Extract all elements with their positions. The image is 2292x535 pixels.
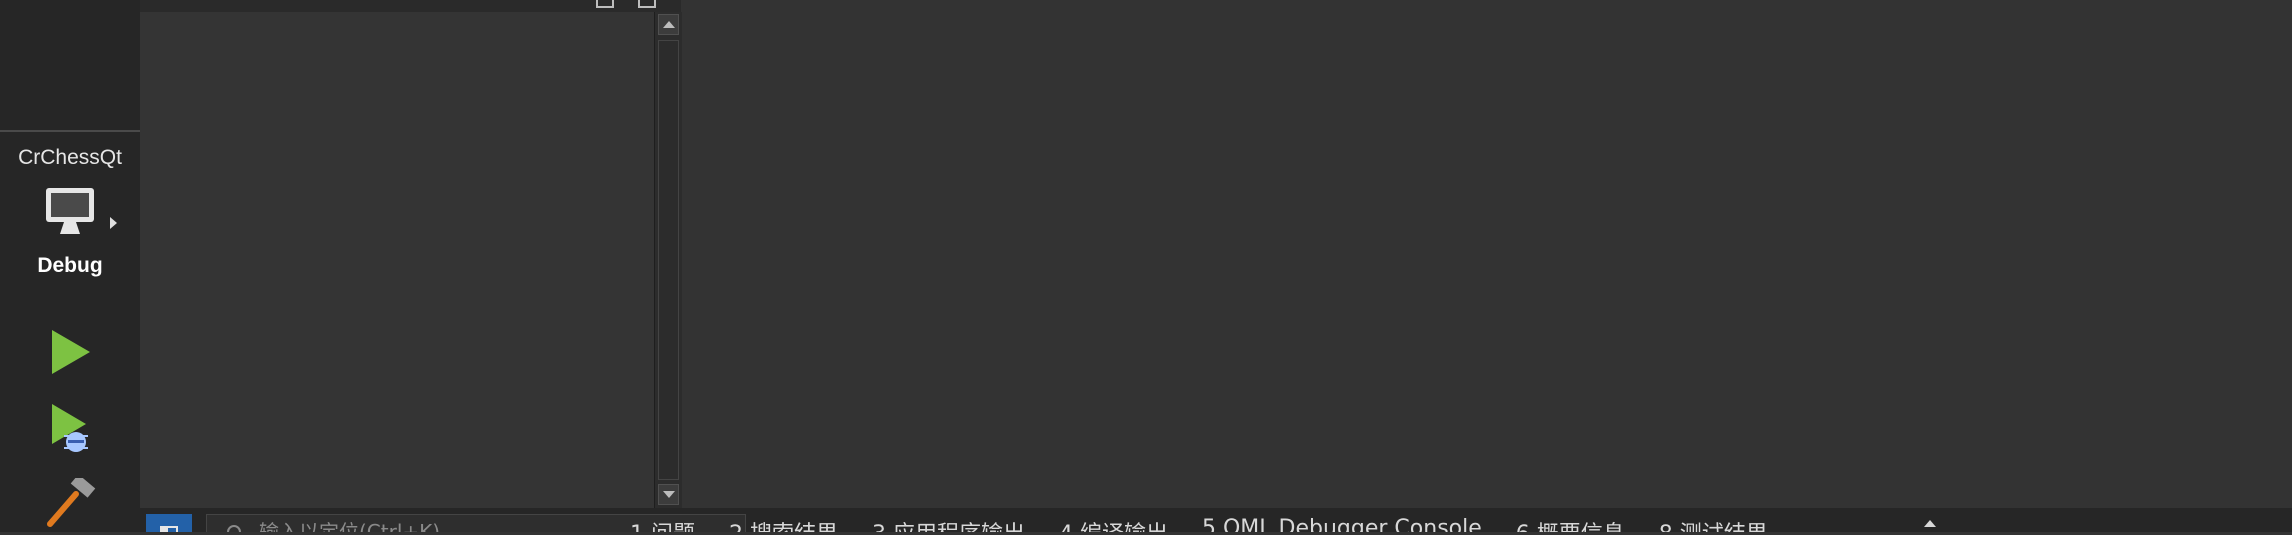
start-debugging-button[interactable] bbox=[44, 402, 96, 454]
tab-test-results[interactable]: 8 测试结果 bbox=[1659, 516, 1768, 532]
build-button[interactable] bbox=[44, 474, 96, 530]
tab-issues[interactable]: 1 问题 bbox=[630, 516, 695, 532]
mode-sidebar: CrChessQt Debug bbox=[0, 0, 140, 532]
close-panel-icon[interactable] bbox=[638, 0, 656, 8]
build-hammer-icon bbox=[47, 474, 96, 527]
scroll-up-arrow-icon[interactable] bbox=[658, 14, 679, 35]
monitor-icon[interactable] bbox=[44, 186, 96, 238]
editor-area[interactable] bbox=[682, 0, 2292, 508]
scroll-down-arrow-icon[interactable] bbox=[658, 484, 679, 505]
run-icon bbox=[52, 330, 90, 374]
chevron-up-icon[interactable] bbox=[1924, 520, 1936, 527]
tab-qml-debugger-console[interactable]: 5 QML Debugger Console bbox=[1202, 516, 1482, 532]
start-debugging-icon bbox=[52, 404, 88, 452]
scrollbar-track[interactable] bbox=[658, 40, 679, 480]
vertical-scrollbar[interactable] bbox=[654, 12, 682, 508]
toggle-sidebar-button[interactable] bbox=[146, 514, 192, 532]
sidebar-toggle-icon bbox=[160, 526, 178, 532]
sidebar-divider bbox=[0, 130, 140, 132]
run-button[interactable] bbox=[44, 326, 96, 378]
build-config-label[interactable]: Debug bbox=[0, 254, 140, 278]
tab-application-output[interactable]: 3 应用程序输出 bbox=[872, 516, 1025, 532]
output-pane-bar: 1 问题 2 搜索结果 3 应用程序输出 4 编译输出 5 QML Debugg… bbox=[140, 508, 2292, 532]
search-icon bbox=[227, 525, 241, 532]
tab-search-results[interactable]: 2 搜索结果 bbox=[729, 516, 838, 532]
split-panel-icon[interactable] bbox=[596, 0, 614, 8]
output-pane-tabs: 1 问题 2 搜索结果 3 应用程序输出 4 编译输出 5 QML Debugg… bbox=[630, 516, 1802, 532]
tab-general-messages[interactable]: 6 概要信息 bbox=[1516, 516, 1625, 532]
project-name-label[interactable]: CrChessQt bbox=[0, 146, 140, 170]
project-tree-panel[interactable] bbox=[140, 12, 654, 508]
tab-compile-output[interactable]: 4 编译输出 bbox=[1059, 516, 1168, 532]
kit-selector-arrow-icon[interactable] bbox=[110, 217, 117, 229]
